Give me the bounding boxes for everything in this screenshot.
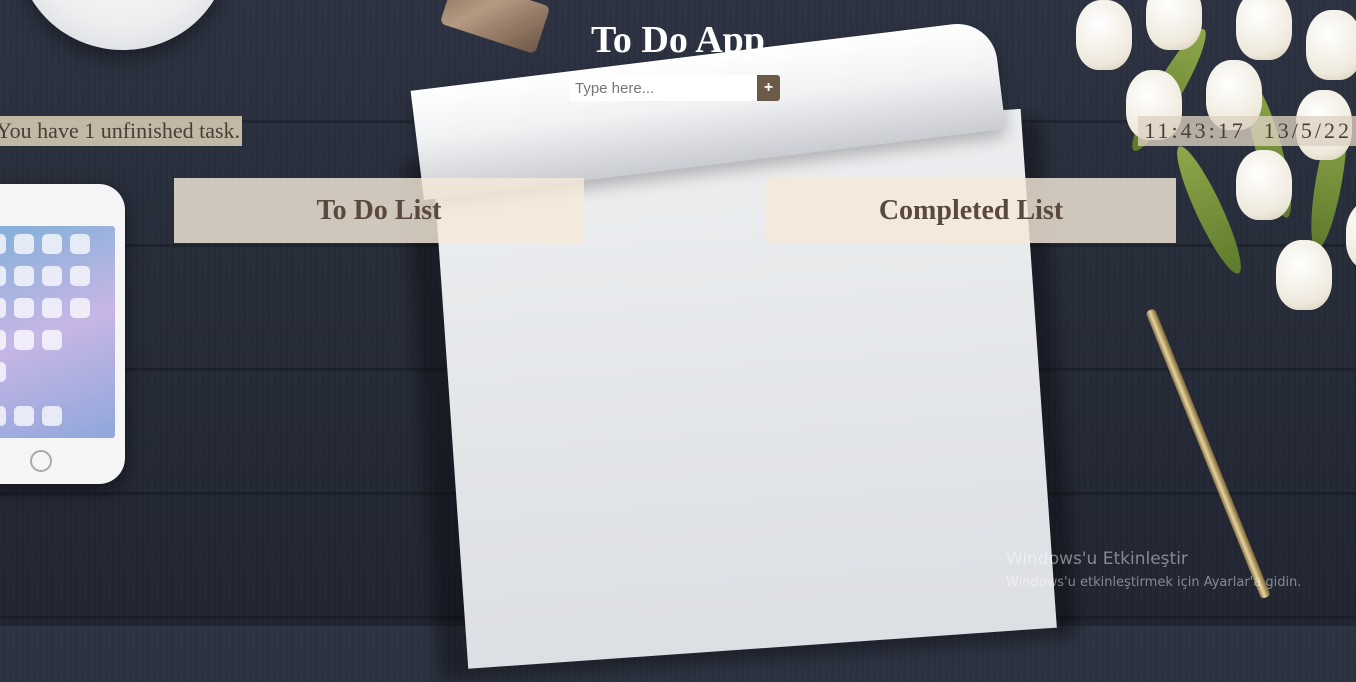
app-icon	[70, 234, 90, 254]
app-title: To Do App	[591, 19, 765, 61]
task-input[interactable]	[569, 75, 757, 101]
tulip	[1236, 150, 1292, 220]
unfinished-count-text: You have 1 unfinished task.	[0, 116, 243, 146]
app-icon	[0, 298, 6, 318]
windows-activation-subtitle: Windows'u etkinleştirmek için Ayarlar'a …	[1006, 575, 1302, 590]
app-icon	[14, 266, 34, 286]
phone-home-button	[30, 450, 52, 472]
app-icon	[42, 298, 62, 318]
windows-activation-title: Windows'u Etkinleştir	[1006, 549, 1188, 569]
app-icon	[14, 330, 34, 350]
app-icon	[42, 234, 62, 254]
app-icon	[42, 406, 62, 426]
app-icon	[42, 330, 62, 350]
phone-screen	[0, 226, 115, 438]
tulip	[1276, 240, 1332, 310]
app-icon	[0, 266, 6, 286]
phone-image	[0, 184, 125, 484]
app-icon	[70, 266, 90, 286]
app-icon	[14, 234, 34, 254]
leaf	[1167, 141, 1251, 279]
app-icon	[0, 234, 6, 254]
clock-time: 11:43:17	[1144, 118, 1246, 143]
app-icon	[0, 362, 6, 382]
add-task-button[interactable]: +	[757, 75, 780, 101]
datetime-display: 11:43:17 13/5/22	[1138, 116, 1356, 146]
clock-date: 13/5/22	[1263, 118, 1352, 143]
tulip	[1346, 200, 1356, 270]
task-input-row: +	[569, 75, 780, 101]
app-icon	[0, 330, 6, 350]
todo-list-header: To Do List	[174, 178, 584, 243]
app-icon	[0, 406, 6, 426]
app-icon	[14, 406, 34, 426]
app-icon	[14, 298, 34, 318]
app-icon	[70, 298, 90, 318]
app-icon	[42, 266, 62, 286]
completed-list-header: Completed List	[766, 178, 1176, 243]
